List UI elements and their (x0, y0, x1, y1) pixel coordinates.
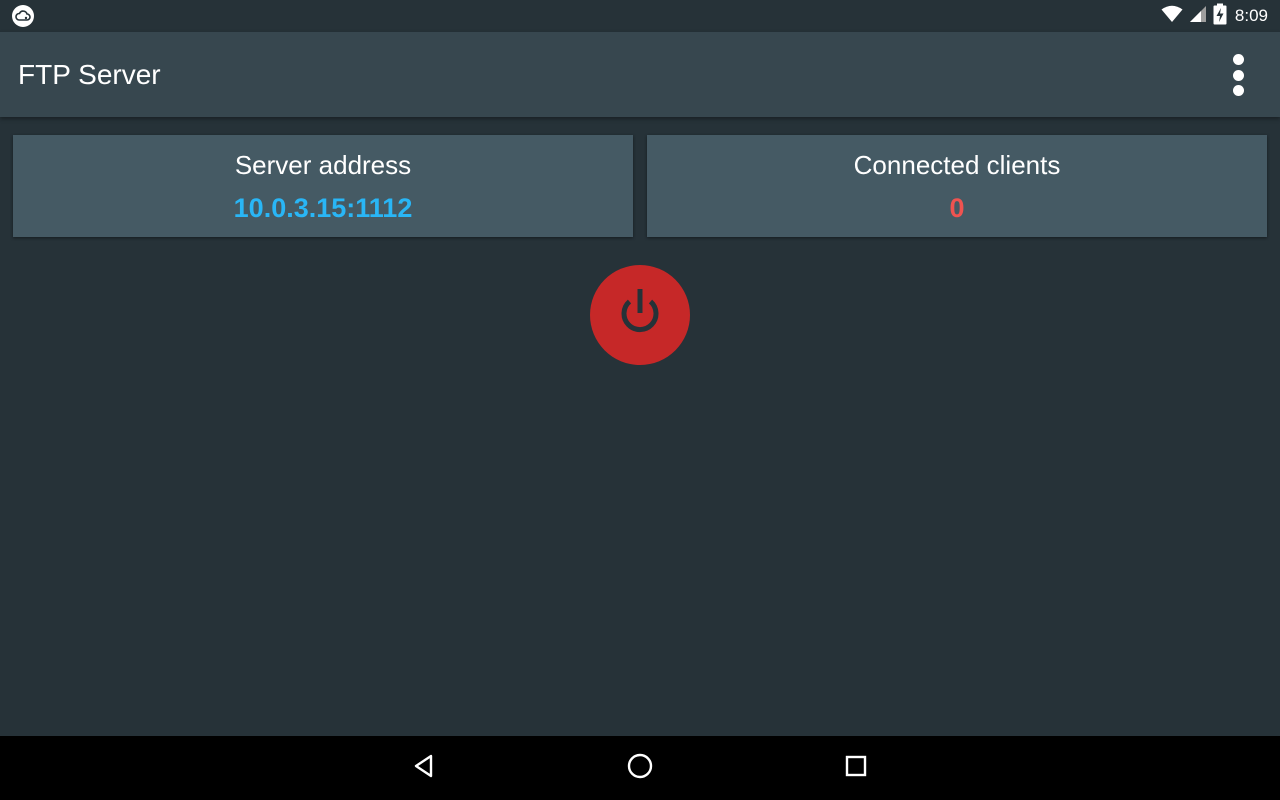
status-icons: 8:09 (1161, 0, 1268, 32)
home-button[interactable] (622, 750, 658, 786)
app-bar: FTP Server (0, 32, 1280, 117)
home-icon (626, 752, 654, 784)
menu-dot (1232, 69, 1244, 81)
status-time: 8:09 (1234, 6, 1268, 25)
recents-icon (844, 754, 868, 782)
cell-signal-icon (1189, 5, 1207, 27)
overflow-menu-icon[interactable] (1222, 52, 1254, 98)
wifi-icon (1161, 5, 1183, 27)
power-toggle-button[interactable] (590, 265, 690, 365)
navigation-bar (0, 736, 1280, 800)
menu-dot (1232, 85, 1244, 96)
menu-dot (1232, 54, 1244, 65)
server-address-card: Server address 10.0.3.15:1112 (13, 135, 633, 237)
back-button[interactable] (406, 750, 442, 786)
back-icon (411, 753, 437, 783)
app-title: FTP Server (18, 59, 161, 90)
cloud-notification-icon (12, 5, 34, 27)
recents-button[interactable] (838, 750, 874, 786)
server-address-label: Server address (234, 150, 412, 180)
status-bar: 8:09 (0, 0, 1280, 32)
connected-clients-value: 0 (949, 193, 965, 223)
power-icon (612, 285, 668, 345)
connected-clients-card: Connected clients 0 (647, 135, 1267, 237)
battery-charging-icon (1213, 3, 1227, 29)
connected-clients-label: Connected clients (853, 150, 1061, 180)
server-address-value: 10.0.3.15:1112 (233, 193, 413, 223)
